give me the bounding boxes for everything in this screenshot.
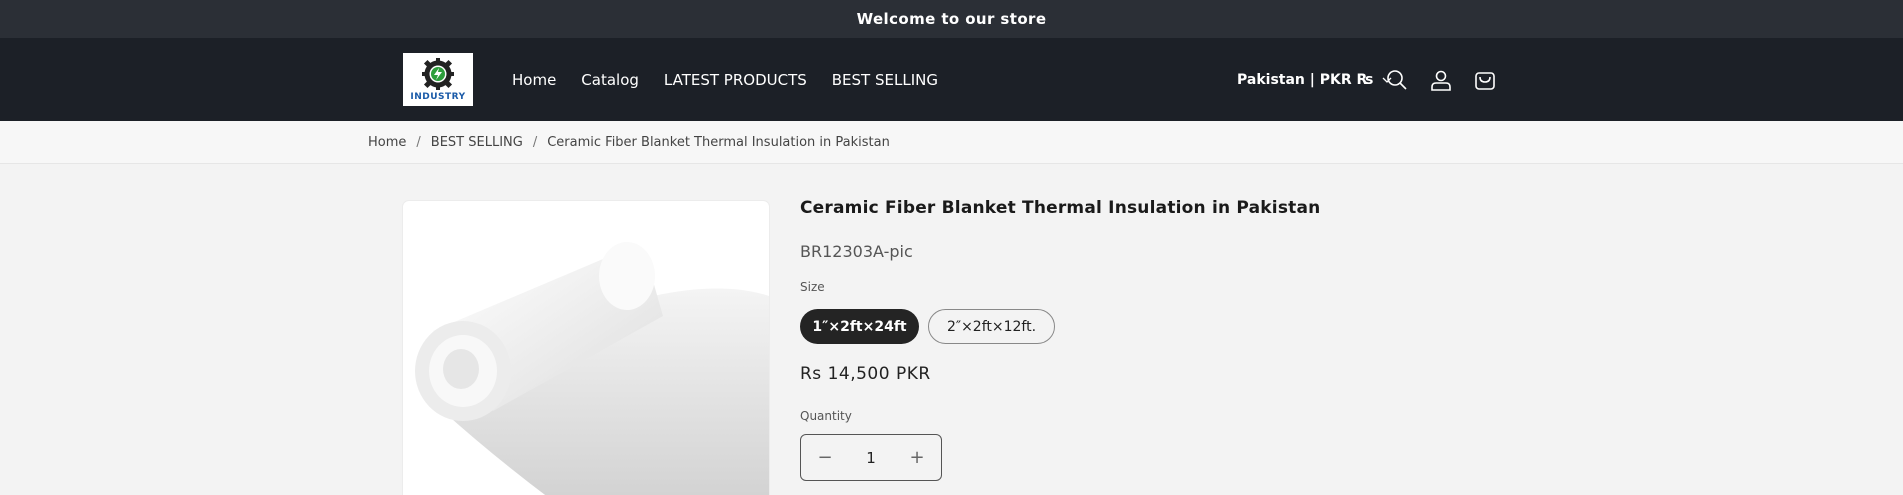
main-nav: Home Catalog LATEST PRODUCTS BEST SELLIN… [512,38,963,121]
country-selector-label: Pakistan | PKR ₨ [1237,71,1374,88]
announcement-text: Welcome to our store [856,10,1047,28]
store-logo[interactable]: INDUSTRY [403,53,473,106]
breadcrumb-separator: / [532,134,538,150]
account-button[interactable] [1426,38,1456,121]
breadcrumb: Home / BEST SELLING / Ceramic Fiber Blan… [0,121,1903,164]
cart-icon [1475,71,1495,90]
site-header: INDUSTRY Home Catalog LATEST PRODUCTS BE… [0,38,1903,121]
search-icon [1387,69,1407,90]
search-button[interactable] [1382,38,1412,121]
product-sku: BR12303A-pic [800,242,913,261]
cart-button[interactable] [1470,38,1500,121]
nav-home[interactable]: Home [512,71,556,89]
product-price: Rs 14,500 PKR [800,364,931,384]
quantity-stepper: − 1 + [800,434,942,481]
size-label: Size [800,280,825,294]
country-selector[interactable]: Pakistan | PKR ₨ [1237,38,1392,121]
product-title: Ceramic Fiber Blanket Thermal Insulation… [800,198,1321,218]
quantity-decrease-button[interactable]: − [811,444,839,472]
product-image[interactable] [403,201,769,495]
quantity-label: Quantity [800,409,852,423]
breadcrumb-best-selling[interactable]: BEST SELLING [431,135,523,150]
breadcrumb-separator: / [416,134,421,150]
nav-latest-products[interactable]: LATEST PRODUCTS [664,71,807,89]
quantity-increase-button[interactable]: + [903,444,931,472]
user-icon [1431,70,1451,91]
quantity-input[interactable]: 1 [866,449,876,467]
breadcrumb-current: Ceramic Fiber Blanket Thermal Insulation… [547,134,890,150]
nav-best-selling[interactable]: BEST SELLING [832,71,938,89]
size-option-2in[interactable]: 2″×2ft×12ft. [928,309,1055,344]
announcement-bar: Welcome to our store [0,0,1903,38]
size-option-1in[interactable]: 1″×2ft×24ft [800,309,919,344]
breadcrumb-home[interactable]: Home [368,135,406,150]
nav-catalog[interactable]: Catalog [581,71,639,89]
logo-text: INDUSTRY [410,92,466,102]
product-photo [415,242,769,495]
logo-gear-icon [422,58,454,90]
product-section: Ceramic Fiber Blanket Thermal Insulation… [0,164,1903,495]
